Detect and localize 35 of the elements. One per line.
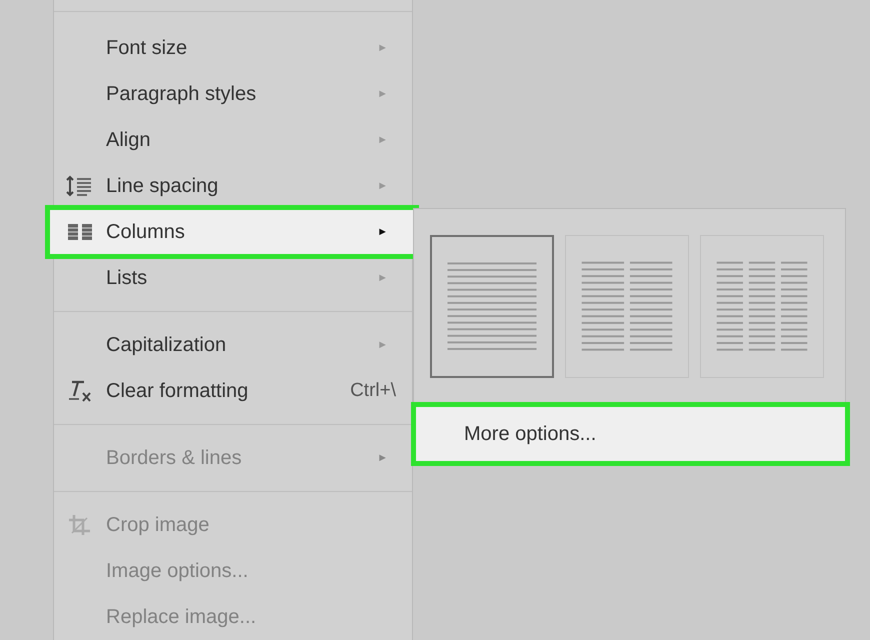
menu-item-label: Capitalization [106, 334, 228, 356]
menu-item[interactable]: Columns ► [49, 209, 415, 255]
menu-item-label: Replace image... [106, 606, 258, 628]
submenu-arrow-icon: ► [377, 88, 388, 100]
menu-item[interactable]: Capitalization ► [54, 322, 412, 368]
menu-item[interactable]: Clear formatting Ctrl+\ [54, 368, 412, 414]
columns-icon [67, 223, 93, 241]
submenu-arrow-icon: ► [377, 134, 388, 146]
column-layout-option[interactable] [430, 235, 554, 378]
column-layout-option[interactable] [700, 235, 824, 378]
menu-item[interactable]: Font size ► [54, 25, 412, 71]
menu-item-label: Lists [106, 266, 148, 290]
menu-item[interactable]: Paragraph styles ► [54, 71, 412, 117]
menu-item-label: Font size [106, 36, 188, 60]
menu-item[interactable]: Line spacing ► [54, 163, 412, 209]
submenu-arrow-icon: ► [377, 180, 388, 192]
submenu-arrow-icon: ► [377, 226, 388, 238]
menu-item-label: Paragraph styles [106, 82, 258, 106]
menu-item-label: Image options... [106, 560, 250, 582]
column-layout-option[interactable] [565, 235, 689, 378]
menu-item-label: Align [106, 128, 152, 152]
menu-item-label: Columns [106, 220, 186, 244]
menu-item-label: Line spacing [106, 174, 220, 198]
submenu-arrow-icon: ► [377, 42, 388, 54]
more-options-item[interactable]: More options... [414, 405, 847, 463]
menu-item[interactable]: Lists ► [54, 255, 412, 301]
menu-item-label: Crop image [106, 514, 210, 536]
shortcut-text: Ctrl+\ [350, 380, 396, 402]
submenu-arrow-icon: ► [377, 339, 388, 351]
submenu-arrow-icon: ► [377, 272, 388, 284]
menu-item-label: Clear formatting [106, 380, 250, 402]
menu-item[interactable]: Align ► [54, 117, 412, 163]
menu-item-label: Borders & lines [106, 446, 243, 470]
crop-icon [67, 513, 93, 537]
submenu-arrow-icon: ► [377, 452, 388, 464]
